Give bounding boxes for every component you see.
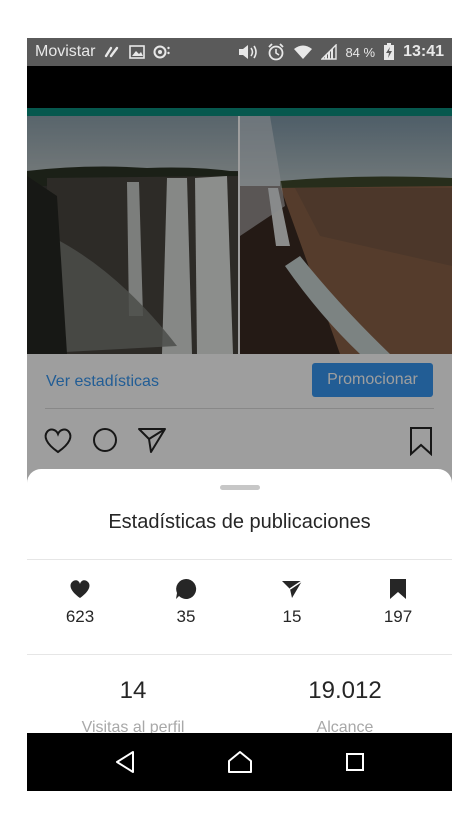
navigation-bar xyxy=(27,733,452,791)
drag-handle[interactable] xyxy=(220,485,260,490)
wifi-icon xyxy=(293,44,313,60)
carrier-name: Movistar xyxy=(35,43,96,60)
saves-count: 197 xyxy=(383,607,413,626)
stat-saves: 197 xyxy=(345,577,451,627)
likes-count: 623 xyxy=(65,607,95,626)
link-icon xyxy=(103,44,121,60)
phone-screen: Movistar 84 % 13:41 Ver estadísticas Pro… xyxy=(27,38,452,791)
metric-profile-visits: 14 Visitas al perfil xyxy=(27,677,239,737)
back-icon[interactable] xyxy=(105,742,145,782)
send-icon xyxy=(239,577,345,601)
home-icon[interactable] xyxy=(220,742,260,782)
sheet-title: Estadísticas de publicaciones xyxy=(108,511,371,533)
reach-value: 19.012 xyxy=(308,677,382,704)
shares-count: 15 xyxy=(282,607,302,626)
recents-icon[interactable] xyxy=(335,742,375,782)
bookmark-icon xyxy=(345,577,451,601)
alarm-icon xyxy=(267,43,285,61)
profile-visits-value: 14 xyxy=(119,677,147,704)
status-bar: Movistar 84 % 13:41 xyxy=(27,38,452,66)
signal-icon xyxy=(321,44,338,60)
heart-icon xyxy=(27,577,133,601)
metric-reach: 19.012 Alcance xyxy=(239,677,451,737)
stat-comments: 35 xyxy=(133,577,239,627)
clock-time: 13:41 xyxy=(403,43,444,60)
divider xyxy=(27,654,452,655)
divider xyxy=(27,559,452,560)
image-icon xyxy=(129,45,146,59)
record-icon xyxy=(153,45,171,59)
post-view-background: Ver estadísticas Promocionar Estadística… xyxy=(27,66,452,791)
battery-charging-icon xyxy=(383,43,395,61)
comment-icon xyxy=(133,577,239,601)
volume-icon xyxy=(237,44,259,60)
comments-count: 35 xyxy=(176,607,196,626)
battery-percent: 84 % xyxy=(345,44,376,60)
stat-likes: 623 xyxy=(27,577,133,627)
post-insights-sheet: Estadísticas de publicaciones 623 35 15 xyxy=(27,469,452,761)
stat-shares: 15 xyxy=(239,577,345,627)
